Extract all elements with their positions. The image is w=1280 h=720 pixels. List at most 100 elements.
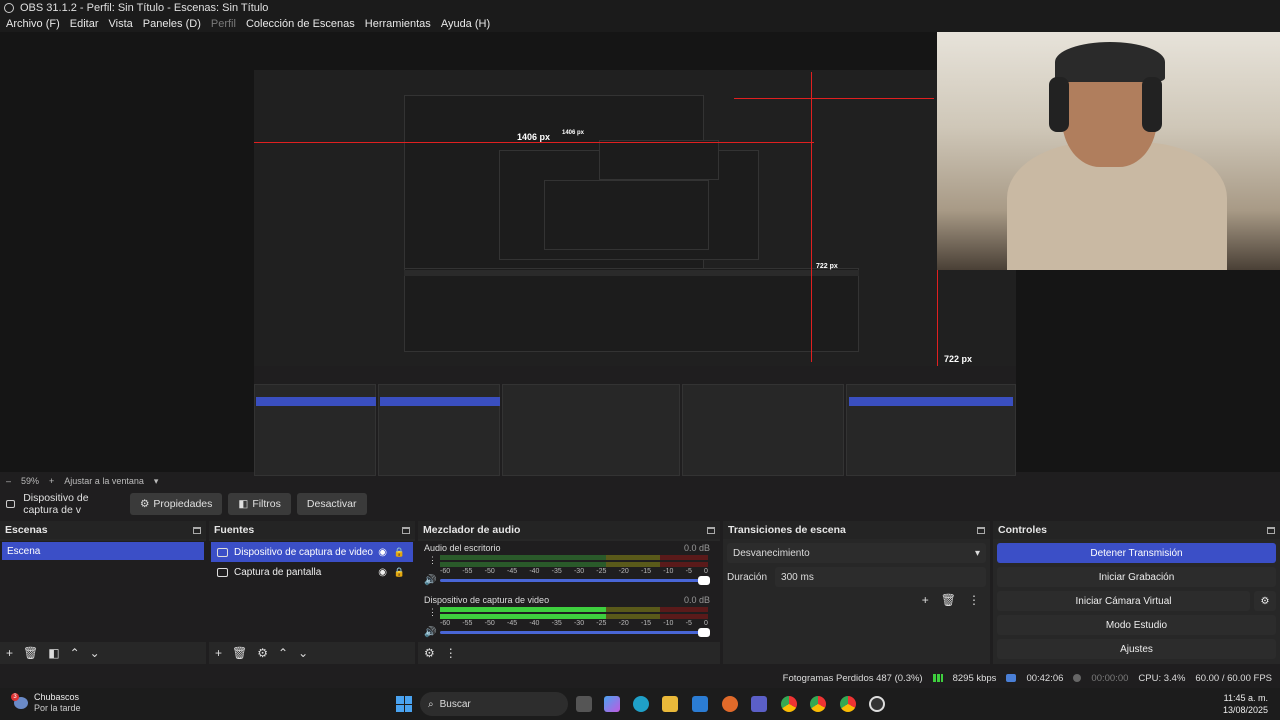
menu-archivo[interactable]: Archivo (F): [6, 18, 60, 30]
undock-icon[interactable]: [707, 526, 715, 534]
settings-button[interactable]: Ajustes: [997, 639, 1276, 659]
fps: 60.00 / 60.00 FPS: [1195, 672, 1272, 684]
track-db: 0.0 dB: [683, 543, 710, 553]
speaker-icon[interactable]: 🔊: [424, 575, 436, 586]
scale-tick: -25: [596, 568, 607, 575]
advanced-audio-icon[interactable]: ⚙: [424, 646, 435, 660]
undock-icon[interactable]: [977, 526, 985, 534]
gear-icon[interactable]: ⚙: [257, 646, 268, 660]
add-icon[interactable]: +: [922, 593, 929, 607]
chevron-up-icon[interactable]: ⌃: [70, 646, 80, 660]
chrome-icon[interactable]: [781, 696, 797, 712]
volume-slider[interactable]: [440, 628, 710, 637]
chevron-down-icon[interactable]: ⌄: [90, 646, 100, 660]
edge-icon[interactable]: [633, 696, 649, 712]
undock-icon[interactable]: [1267, 526, 1275, 534]
connection-quality-icon: [932, 674, 943, 682]
source-label: Captura de pantalla: [234, 566, 322, 578]
trash-icon[interactable]: 🗑: [23, 646, 38, 660]
chevron-down-icon[interactable]: ▾: [154, 476, 159, 487]
menu-paneles[interactable]: Paneles (D): [143, 18, 201, 30]
lock-icon[interactable]: 🔒: [394, 567, 405, 578]
virtual-camera-settings-button[interactable]: ⚙: [1254, 591, 1276, 611]
chevron-up-icon[interactable]: ⌃: [278, 646, 288, 660]
preview-area[interactable]: 1406 px 1406 px 722 px 722 px: [0, 32, 1280, 502]
task-view-icon[interactable]: [576, 696, 592, 712]
more-icon[interactable]: ⋮: [428, 607, 437, 618]
menu-coleccion-escenas[interactable]: Colección de Escenas: [246, 18, 355, 30]
firefox-icon[interactable]: [722, 696, 738, 712]
deactivate-button[interactable]: Desactivar: [296, 493, 367, 515]
add-icon[interactable]: +: [6, 646, 13, 660]
obs-taskbar-icon[interactable]: [869, 696, 885, 712]
nested-mixer-dock: [502, 384, 680, 476]
stop-streaming-button[interactable]: Detener Transmisión: [997, 543, 1276, 563]
trash-icon[interactable]: 🗑: [941, 593, 956, 607]
taskbar-search[interactable]: ⌕ Buscar: [420, 692, 568, 716]
system-clock[interactable]: 11:45 a. m. 13/08/2025: [1223, 692, 1268, 716]
undock-icon[interactable]: [402, 526, 410, 534]
teams-icon[interactable]: [751, 696, 767, 712]
scale-tick: -60: [440, 620, 451, 627]
filters-button[interactable]: ◧ Filtros: [228, 493, 291, 515]
source-item-screen-capture[interactable]: Captura de pantalla ◉ 🔒: [211, 562, 413, 582]
mail-icon[interactable]: [692, 696, 708, 712]
transition-select[interactable]: Desvanecimiento ▾: [727, 543, 986, 563]
nested-capture-3: [544, 180, 709, 250]
zoom-value: 59%: [21, 476, 40, 486]
duration-input[interactable]: 300 ms: [775, 567, 986, 587]
add-icon[interactable]: +: [215, 646, 222, 660]
more-icon[interactable]: ⋮: [428, 555, 437, 566]
weather-widget[interactable]: 3 Chubascos Por la tarde: [11, 692, 81, 714]
speaker-icon[interactable]: 🔊: [424, 627, 436, 638]
clock-date: 13/08/2025: [1222, 705, 1268, 715]
undock-icon[interactable]: [193, 526, 201, 534]
zoom-fit-dropdown[interactable]: Ajustar a la ventana: [64, 476, 144, 486]
scenes-dock-header: Escenas: [0, 521, 206, 539]
filter-icon[interactable]: ◧: [48, 646, 59, 660]
menu-vista[interactable]: Vista: [109, 18, 133, 30]
start-icon[interactable]: [396, 696, 412, 712]
menu-ayuda[interactable]: Ayuda (H): [441, 18, 490, 30]
trash-icon[interactable]: 🗑: [232, 646, 247, 660]
studio-mode-button[interactable]: Modo Estudio: [997, 615, 1276, 635]
menu-herramientas[interactable]: Herramientas: [365, 18, 431, 30]
chevron-down-icon[interactable]: ⌄: [298, 646, 308, 660]
slider-knob[interactable]: [698, 628, 710, 637]
stream-time: 00:42:06: [1026, 672, 1064, 684]
zoom-out-button[interactable]: –: [6, 476, 11, 486]
chrome-profile-icon[interactable]: [810, 696, 826, 712]
zoom-in-button[interactable]: +: [49, 476, 54, 486]
weather-icon: 3: [11, 693, 28, 709]
duration-value: 300 ms: [781, 571, 814, 583]
scale-tick: 0: [704, 568, 708, 575]
monitor-icon: [217, 567, 228, 577]
selected-source-name: Dispositivo de captura de v: [23, 492, 89, 516]
start-virtual-camera-button[interactable]: Iniciar Cámara Virtual: [997, 591, 1250, 611]
eye-icon[interactable]: ◉: [378, 567, 387, 578]
start-recording-button[interactable]: Iniciar Grabación: [997, 567, 1276, 587]
headphones-right: [1142, 77, 1162, 132]
properties-button[interactable]: ⚙ Propiedades: [130, 493, 223, 515]
source-item-capture-device[interactable]: Dispositivo de captura de video ◉ 🔒: [211, 542, 413, 562]
volume-slider[interactable]: [440, 576, 710, 585]
file-explorer-icon[interactable]: [662, 696, 678, 712]
sources-title: Fuentes: [214, 524, 255, 536]
preview-canvas[interactable]: 1406 px 1406 px 722 px 722 px: [254, 70, 1016, 502]
filter-icon: ◧: [238, 498, 249, 510]
dropped-frames: Fotogramas Perdidos 487 (0.3%): [782, 672, 923, 684]
more-icon[interactable]: ⋮: [968, 593, 980, 607]
slider-knob[interactable]: [698, 576, 710, 585]
menu-editar[interactable]: Editar: [70, 18, 99, 30]
scene-item[interactable]: Escena: [2, 542, 204, 560]
chrome-profile-2-icon[interactable]: [840, 696, 856, 712]
menu-perfil[interactable]: Perfil: [211, 18, 236, 30]
copilot-icon[interactable]: [604, 696, 620, 712]
scenes-footer: + 🗑 ◧ ⌃ ⌄: [0, 642, 206, 664]
lock-icon[interactable]: 🔒: [394, 547, 405, 558]
more-icon[interactable]: ⋮: [445, 646, 457, 660]
selected-source: Dispositivo de captura de v: [6, 492, 124, 516]
meter-scale: -60 -55 -50 -45 -40 -35 -30 -25 -20 -15 -10 -5 0: [440, 568, 708, 575]
eye-icon[interactable]: ◉: [378, 547, 387, 558]
controls-dock: Controles Detener Transmisión Iniciar Gr…: [993, 521, 1280, 664]
